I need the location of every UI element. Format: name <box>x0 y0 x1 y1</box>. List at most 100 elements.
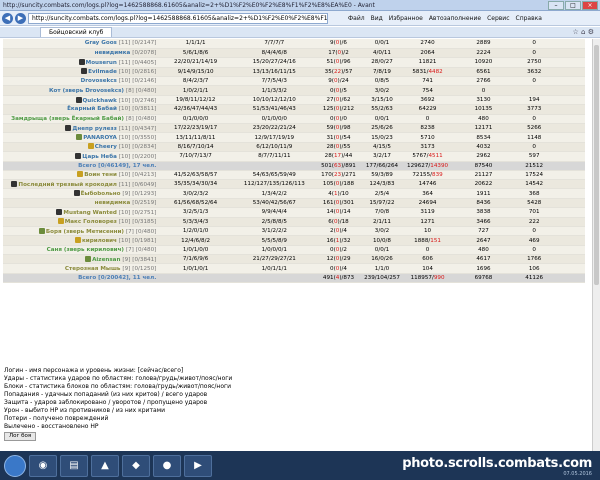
clan-icon <box>87 143 94 150</box>
player-name[interactable]: Quickhawk <box>83 98 117 104</box>
player-hp: [0/3550] <box>132 135 157 142</box>
player-name[interactable]: Mustang Wanted <box>63 210 116 216</box>
protection-cell: 16/0/26 <box>371 256 393 263</box>
att-b: 873 <box>343 274 355 281</box>
lost-cell: 87540 <box>474 162 493 169</box>
lost-cell: 3838 <box>476 209 491 216</box>
menu-favorites[interactable]: Избранное <box>389 15 423 22</box>
player-name[interactable]: Cheery <box>95 144 117 150</box>
damage-cell: 606 <box>422 256 433 263</box>
player-level: [10] <box>118 106 131 113</box>
player-name[interactable]: Ёыбоbольно <box>81 191 121 197</box>
hits-cell: 0/1/0/0/0 <box>182 115 209 122</box>
att-a: 161 <box>322 199 334 206</box>
damage-cell: 364 <box>422 190 433 197</box>
player-level: [9] <box>122 191 131 198</box>
lost-cell: 0 <box>481 87 486 94</box>
player-name[interactable]: Aizensan <box>92 257 120 263</box>
taskbar-app-6[interactable]: ▶ <box>184 454 212 477</box>
heal-cell: 701 <box>528 209 540 216</box>
start-button[interactable] <box>4 454 26 477</box>
clan-icon <box>65 124 72 131</box>
maximize-icon[interactable]: □ <box>565 1 581 10</box>
blocks-cell: 8/7/7/11/11 <box>258 153 291 160</box>
taskbar-app-4[interactable]: ◆ <box>122 454 150 477</box>
blocks-cell: 1/0/1/1/1 <box>261 265 287 272</box>
player-name[interactable]: Макс Головорез <box>65 219 117 225</box>
heal-cell: 41126 <box>525 274 544 281</box>
forward-icon[interactable]: ▶ <box>15 12 26 24</box>
att-a: 491 <box>322 274 334 281</box>
vertical-scrollbar[interactable] <box>592 39 600 451</box>
scrollbar-thumb[interactable] <box>594 45 599 285</box>
player-name[interactable]: кирилович <box>82 238 117 244</box>
player-name[interactable]: Кот (зверь Drovosekcs) <box>49 88 124 94</box>
menu-autofill[interactable]: Автозаполнение <box>429 15 481 22</box>
total-row: Всего [0/46149], 17 чел. 501(63)/891 177/… <box>3 161 585 171</box>
menu-view[interactable]: Вид <box>371 15 383 22</box>
damage-cell: 10 <box>423 228 432 235</box>
player-name[interactable]: Днепр рулезз <box>72 126 117 132</box>
player-name[interactable]: Саня (зверь кирилович) <box>47 247 124 253</box>
att-crit: 0 <box>333 78 338 85</box>
att-a: 17 <box>328 50 336 57</box>
lost-cell: 21127 <box>474 171 493 178</box>
att-a: 125 <box>322 106 334 113</box>
player-level: [11] <box>118 125 131 132</box>
legend-line: Урон - выбито HP из противников / из них… <box>4 407 166 414</box>
tab-combats[interactable]: Бойцовский клуб <box>40 27 113 37</box>
table-row: Ёкарный Бабай [10] [0/3811] 42/36/47/44/4… <box>3 104 585 115</box>
player-name[interactable]: Ёкарный Бабай <box>67 106 117 112</box>
player-name[interactable]: PANAROYA <box>83 135 117 141</box>
taskbar-app-5[interactable]: ● <box>153 454 181 477</box>
clan-icon <box>73 190 80 197</box>
heal-cell: 14542 <box>525 181 544 188</box>
taskbar-app-2[interactable]: ▤ <box>60 454 88 477</box>
taskbar-app-3[interactable]: ▲ <box>91 454 119 477</box>
blocks-cell: 51/53/41/46/43 <box>252 106 296 113</box>
player-name[interactable]: Drovosekcs <box>81 78 117 84</box>
player-name[interactable]: Последний трезвый крокодил <box>18 182 116 188</box>
blocks-cell: 23/20/22/21/24 <box>252 125 296 132</box>
player-name[interactable]: невидимка <box>95 200 131 206</box>
table-row: Mouserun [11] [0/4405] 22/20/21/14/19 15/2… <box>3 57 585 68</box>
player-name[interactable]: Воин тени <box>84 172 117 178</box>
lost-cell: 6561 <box>476 68 491 75</box>
player-name[interactable]: Замдрыща (зверь Ёкарный Бабай) <box>11 116 124 122</box>
battle-log-button[interactable]: Лог боя <box>4 432 37 441</box>
att-b: 57 <box>345 68 353 75</box>
hits-cell: 3/2/5/1/3 <box>182 209 209 216</box>
player-hp: [0/480] <box>135 246 157 253</box>
close-icon[interactable]: × <box>582 1 598 10</box>
player-name[interactable]: Mouserun <box>86 60 117 66</box>
player-name[interactable]: Gray Goos <box>85 40 117 46</box>
att-b: 271 <box>345 171 356 178</box>
player-hp: [0/480] <box>135 228 157 235</box>
player-name[interactable]: Боря (зверь Метисенни) <box>46 229 124 235</box>
player-name[interactable]: Evilmade <box>88 69 117 75</box>
damage-cell: 2740 <box>420 40 435 47</box>
lost-cell: 480 <box>478 246 489 253</box>
player-name[interactable]: Всего [0/20042], 11 чел. <box>78 275 156 281</box>
menu-help[interactable]: Справка <box>516 15 542 22</box>
menu-tools[interactable]: Сервис <box>487 15 509 22</box>
blocks-cell: 6/12/10/11/9 <box>256 143 293 150</box>
player-hp: [0/2751] <box>132 209 157 216</box>
att-a: 12 <box>326 256 334 263</box>
heal-cell: 0 <box>532 115 536 122</box>
damage-cell: 24694 <box>418 199 437 206</box>
att-crit: 0 <box>335 40 340 47</box>
url-field[interactable]: http://suncity.combats.com/logs.pl?log=1… <box>28 12 328 24</box>
minimize-icon[interactable]: – <box>548 1 564 10</box>
menu-file[interactable]: Файл <box>348 15 365 22</box>
player-name[interactable]: Всего [0/46149], 17 чел. <box>78 163 156 169</box>
damage-cell: 0 <box>425 246 430 253</box>
heal-cell: 5266 <box>527 125 542 132</box>
player-name[interactable]: Царь Неба <box>82 154 117 160</box>
att-crit: 1 <box>335 237 340 244</box>
player-name[interactable]: Стерозная Мышь <box>65 266 121 272</box>
back-icon[interactable]: ◀ <box>2 12 13 24</box>
player-name[interactable]: невидимка <box>95 50 131 56</box>
taskbar-app-1[interactable]: ◉ <box>29 454 57 477</box>
protection-cell: 55/2/63 <box>371 106 393 113</box>
